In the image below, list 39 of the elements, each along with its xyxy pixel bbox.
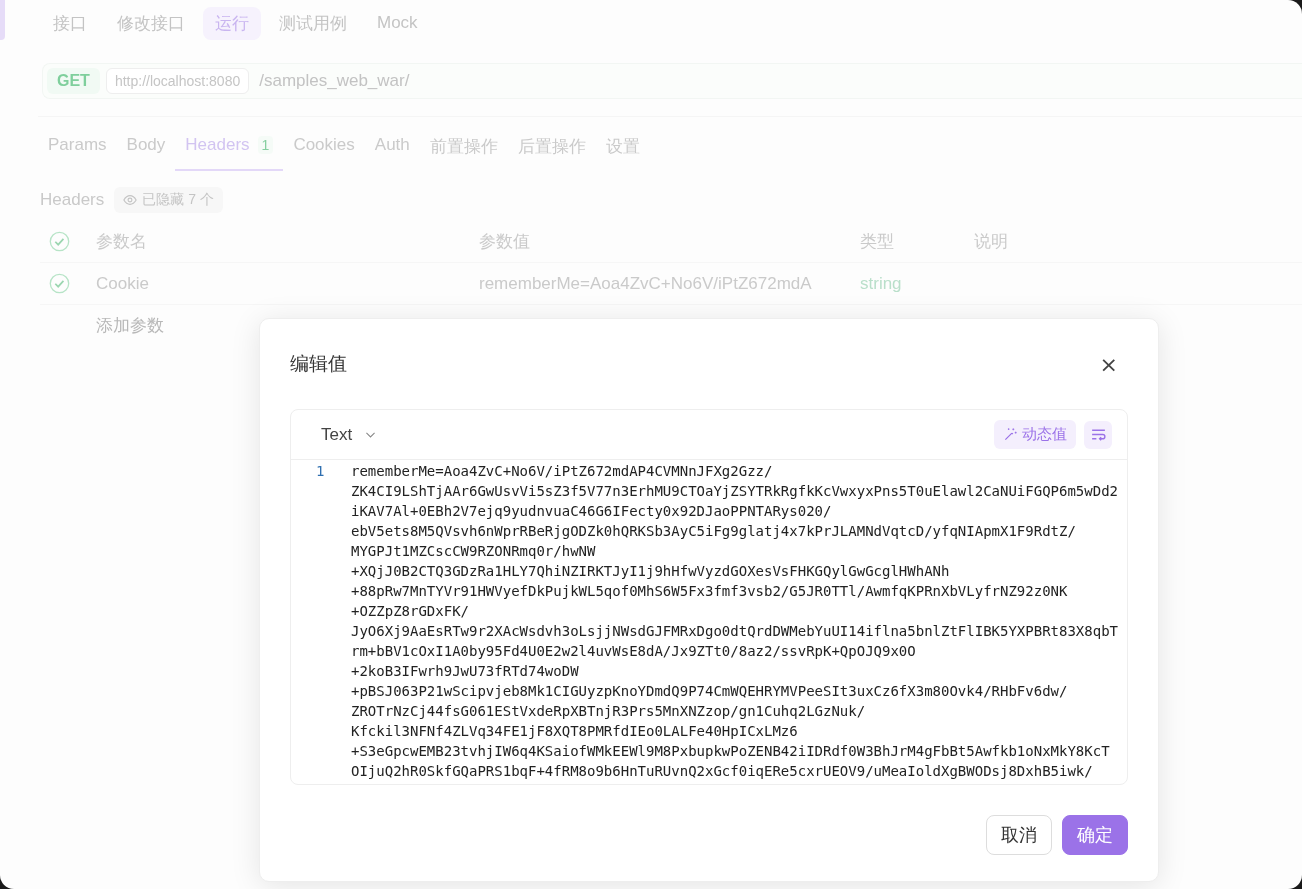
code-line: Kfckil3NFNf4ZLVq34FE1jF8XQT8PMRfdIEo0LALFe40HpICxLMz6 [351, 722, 799, 741]
tab[interactable]: Headers 1 [175, 129, 284, 171]
eye-icon [123, 193, 138, 207]
code-line: MYGPJt1MZCscCW9RZONRmq0r/hwNW [351, 542, 597, 561]
code-line: ebV5ets8M5QVsvh6nWprRBeRjgODZk0hQRKSb3AyC5iFg9glatj4x7kPrJLAMNdVqtcD/yfqNIApmX1F9RdtZ/ [351, 522, 1077, 541]
line-number: 1 [315, 462, 326, 481]
cancel-button[interactable]: 取消 [986, 815, 1052, 855]
method-select[interactable]: GET [47, 68, 100, 94]
format-select[interactable]: Text [311, 424, 388, 445]
checkbox[interactable] [49, 231, 70, 252]
tab[interactable]: 测试用例 [267, 6, 359, 40]
code-line: +S3eGpcwEMB23tvhjIW6q4KSaiofWMkEEWl9M8PxbupkwPoZENB42iIDRdf0W3BhJrM4gFbBt5Awfkb1oNxMkY8KcT [351, 742, 1111, 761]
code-line: ZROTrNzCj44fsG061EStVxdeRpXBTnjR3Prs5MnXNZzop/gn1Cuhq2LGzNuk/ [351, 702, 867, 721]
tab[interactable]: Mock [365, 8, 430, 38]
code-line: JyO6Xj9AaEsRTw9r2XAcWsdvh3oLsjjNWsdGJFMRxDgo0dtQrdDWMebYuUI14iflna5bnlZtFlIBK5YXPBRt83X8qbT [351, 622, 1118, 641]
code-line: rememberMe=Aoa4ZvC+No6V/iPtZ672mdAP4CVMNnJFXg2Gzz/ [351, 462, 774, 481]
code-line: +2koB3IFwrh9JwU73fRTd74woDW [351, 662, 580, 681]
table-cell-text: string [860, 273, 903, 294]
code-line: rm+bBV1cOxI1A0by95Fd4U0E2w2l4uvWsE8dA/Jx9ZTt0/8az2/ssvRpK+QpOJQ9x0O [351, 642, 917, 661]
wrap-button[interactable] [1084, 420, 1112, 449]
confirm-button[interactable]: 确定 [1062, 815, 1128, 855]
code-line: ZK4CI9LShTjAAr6GwUsvVi5sZ3f5V77n3ErhMU9CTOaYjZSYTRkRgfkKcVwxyxPns5T0uElawl2CaNUiFGQP6m5wDd2 [351, 482, 1118, 501]
tab[interactable]: 修改接口 [105, 6, 197, 40]
code-line: +XQjJ0B2CTQ3GDzRa1HLY7QhiNZIRKTJyI1j9hHfwVyzdGOXesVsFHKGQylGwGcglHWhANh [351, 562, 951, 581]
url-path[interactable]: /samples_web_war/ [255, 71, 410, 91]
host-field[interactable]: http://localhost:8080 [105, 68, 250, 94]
dialog-title: 编辑值 [290, 352, 347, 376]
code-line: iKAV7Al+0EBh2V7ejq9yudnvuaC46G6IFecty0x92DJaoPPNTARys020/ [351, 502, 833, 521]
close-button[interactable]: × [1095, 351, 1122, 377]
code-line: +OZZpZ8rGDxFK/ [351, 602, 470, 621]
sidebar-edge [0, 0, 5, 40]
wand-icon [1003, 427, 1018, 442]
checkbox[interactable] [49, 273, 70, 294]
code-line: +88pRw7MnTYVr91HWVyefDkPujkWL5qof0MhS6W5Fx3fmf3vsb2/G5JR0TTl/AwmfqKPRnXbVLyfrNZ92z0NK [351, 582, 1069, 601]
tab[interactable]: 接口 [41, 6, 99, 40]
code-line: +pBSJ063P21wScipvjeb8Mk1CIGUyzpKnoYDmdQ9P74CmWQEHRYMVPeeSIt3uxCz6fX3m80Ovk4/RHbFv6dw/ [351, 682, 1069, 701]
tab[interactable]: 运行 [203, 6, 261, 40]
dynamic-value-button[interactable]: 动态值 [994, 420, 1076, 449]
code-line: OIjuQ2hR0SkfGQaPRS1bqF+4fRM8o9b6HnTuRUvnQ2xGcf0iqERe5cxrUEOV9/uMeaIoldXgBWODsj8DxhB5iwk/ [351, 762, 1094, 781]
